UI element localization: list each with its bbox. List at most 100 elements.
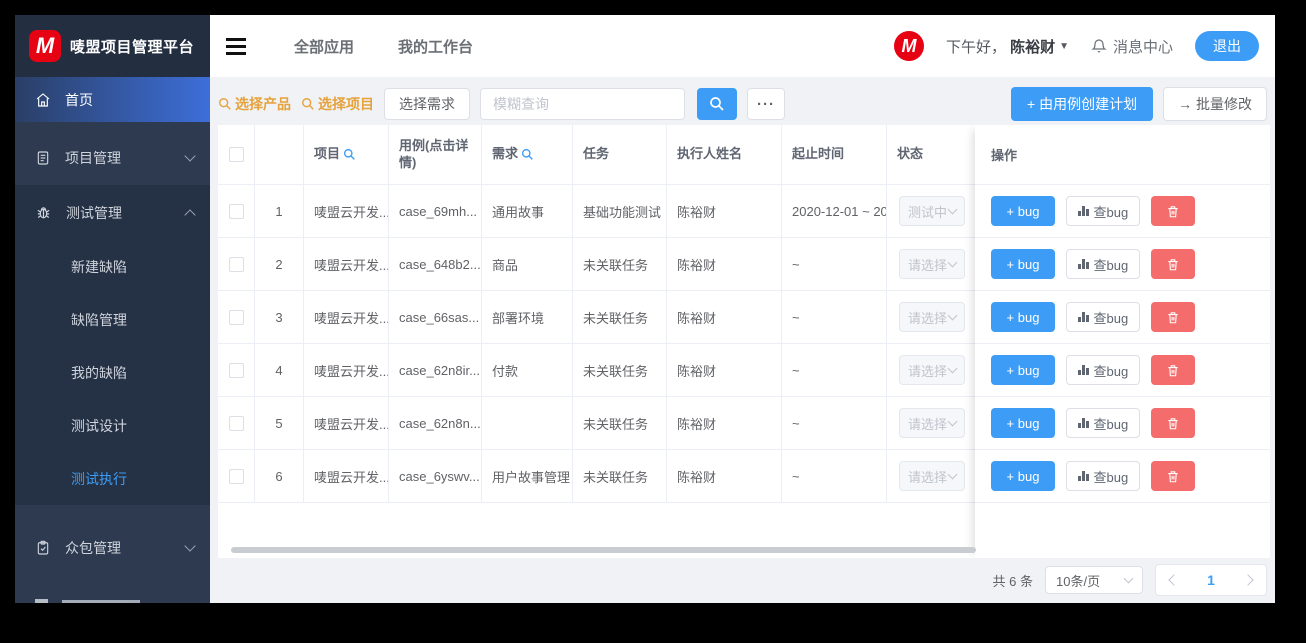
sidebar-subitem-新建缺陷[interactable]: 新建缺陷 — [15, 240, 210, 293]
view-bug-button[interactable]: 查bug — [1066, 461, 1141, 491]
user-avatar[interactable]: M — [894, 31, 925, 61]
create-plan-from-case-button[interactable]: + 由用例创建计划 — [1011, 87, 1154, 121]
add-bug-button[interactable]: + bug — [991, 302, 1055, 332]
menu-icon — [35, 599, 48, 603]
add-bug-button[interactable]: + bug — [991, 249, 1055, 279]
row-index-cell: 4 — [255, 344, 304, 396]
sidebar-item-3[interactable]: 众包管理 — [15, 520, 210, 575]
delete-button[interactable] — [1151, 249, 1196, 279]
select-all-checkbox[interactable] — [228, 147, 244, 162]
column-header-6: 执行人姓名 — [667, 125, 782, 184]
page-size-select[interactable]: 10条/页 — [1045, 566, 1143, 594]
batch-edit-button[interactable]: → 批量修改 — [1163, 87, 1267, 121]
status-select[interactable]: 请选择 — [899, 302, 965, 332]
add-bug-button[interactable]: + bug — [991, 461, 1055, 491]
topnav-my-workbench[interactable]: 我的工作台 — [398, 36, 473, 57]
dates-cell: ~ — [782, 238, 887, 290]
home-icon — [35, 92, 51, 108]
column-header-label: 任务 — [583, 146, 610, 162]
select-product-link[interactable]: 选择产品 — [218, 94, 291, 114]
project-cell: 唛盟云开发... — [304, 450, 389, 502]
delete-button[interactable] — [1151, 196, 1196, 226]
prev-page-button[interactable] — [1168, 574, 1180, 586]
table-row: 3 唛盟云开发... case_66sas... 部署环境 未关联任务 陈裕财 ~ 请选择 — [218, 291, 975, 344]
operations-row: + bug 查bug — [975, 397, 1270, 450]
add-bug-button[interactable]: + bug — [991, 408, 1055, 438]
row-checkbox-cell — [218, 291, 255, 343]
row-checkbox[interactable] — [228, 468, 244, 484]
chevron-down-icon — [184, 149, 196, 162]
column-header-3: 用例(点击详情) — [389, 125, 482, 184]
bar-chart-icon — [1078, 312, 1089, 322]
row-checkbox[interactable] — [228, 256, 244, 272]
sidebar-subitem-我的缺陷[interactable]: 我的缺陷 — [15, 346, 210, 399]
greeting-text: 下午好， — [946, 38, 1007, 56]
operations-row: + bug 查bug — [975, 450, 1270, 503]
delete-button[interactable] — [1151, 302, 1196, 332]
view-bug-button[interactable]: 查bug — [1066, 196, 1141, 226]
sidebar-item-1[interactable]: 项目管理 — [15, 130, 210, 185]
row-checkbox[interactable] — [228, 362, 244, 378]
horizontal-scrollbar[interactable] — [231, 547, 976, 553]
operations-column: 操作 + bug 查bug + bug 查bug + bug 查bug + bug 查bug + … — [975, 125, 1270, 558]
table-row: 1 唛盟云开发... case_69mh... 通用故事 基础功能测试 陈裕财 2020-1… — [218, 185, 975, 238]
task-cell: 未关联任务 — [573, 344, 667, 396]
status-cell: 请选择 — [887, 344, 975, 396]
view-bug-button[interactable]: 查bug — [1066, 302, 1141, 332]
view-bug-button[interactable]: 查bug — [1066, 408, 1141, 438]
sidebar-item-partial[interactable] — [15, 575, 210, 603]
chevron-up-icon — [184, 208, 196, 221]
search-button[interactable] — [697, 88, 737, 120]
delete-button[interactable] — [1151, 355, 1196, 385]
status-cell: 测试中 — [887, 185, 975, 237]
requirement-cell: 商品 — [482, 238, 573, 290]
hamburger-menu-icon[interactable] — [226, 37, 246, 55]
more-filters-button[interactable]: ··· — [747, 88, 785, 120]
row-checkbox[interactable] — [228, 203, 244, 219]
topnav-all-apps[interactable]: 全部应用 — [294, 36, 354, 57]
row-index-cell: 6 — [255, 450, 304, 502]
add-bug-button[interactable]: + bug — [991, 355, 1055, 385]
sidebar-item-2[interactable]: 测试管理 — [15, 185, 210, 240]
message-center-link[interactable]: 消息中心 — [1091, 36, 1173, 57]
requirement-cell: 通用故事 — [482, 185, 573, 237]
view-bug-label: 查bug — [1093, 257, 1129, 273]
sidebar-subitem-测试执行[interactable]: 测试执行 — [15, 452, 210, 505]
column-search-icon[interactable] — [521, 148, 534, 161]
column-header-4: 需求 — [482, 125, 573, 184]
requirement-cell — [482, 397, 573, 449]
delete-button[interactable] — [1151, 408, 1196, 438]
user-greeting[interactable]: 下午好， 陈裕财 ▼ — [946, 36, 1069, 57]
select-project-link[interactable]: 选择项目 — [301, 94, 374, 114]
row-checkbox[interactable] — [228, 415, 244, 431]
delete-button[interactable] — [1151, 461, 1196, 491]
logout-button[interactable]: 退出 — [1195, 31, 1259, 61]
status-select[interactable]: 请选择 — [899, 249, 965, 279]
row-checkbox-cell — [218, 238, 255, 290]
status-cell: 请选择 — [887, 238, 975, 290]
view-bug-button[interactable]: 查bug — [1066, 355, 1141, 385]
status-select[interactable]: 测试中 — [899, 196, 965, 226]
sidebar-item-0[interactable]: 首页 — [15, 77, 210, 122]
sidebar-subitem-测试设计[interactable]: 测试设计 — [15, 399, 210, 452]
select-requirement-button[interactable]: 选择需求 — [384, 88, 470, 120]
case-cell: case_69mh... — [389, 185, 482, 237]
column-header-label: 需求 — [492, 146, 519, 162]
view-bug-button[interactable]: 查bug — [1066, 249, 1141, 279]
next-page-button[interactable] — [1242, 574, 1254, 586]
status-select[interactable]: 请选择 — [899, 408, 965, 438]
status-select-value: 请选择 — [908, 310, 948, 326]
current-page-button[interactable]: 1 — [1207, 572, 1215, 588]
chevron-down-icon — [947, 310, 958, 321]
column-search-icon[interactable] — [343, 148, 356, 161]
status-select[interactable]: 请选择 — [899, 461, 965, 491]
add-bug-button[interactable]: + bug — [991, 196, 1055, 226]
test-execution-table: 项目 用例(点击详情) 需求 任务 执行人姓名 起止时间 状态 1 唛盟云开发... case_6… — [218, 125, 1270, 558]
status-select[interactable]: 请选择 — [899, 355, 965, 385]
view-bug-label: 查bug — [1093, 469, 1129, 485]
app-window: M 唛盟项目管理平台 全部应用 我的工作台 M 下午好， 陈裕财 ▼ 消息中心 … — [15, 15, 1275, 603]
row-checkbox[interactable] — [228, 309, 244, 325]
brand-logo-icon: M — [29, 30, 61, 62]
fuzzy-search-input[interactable] — [480, 88, 685, 120]
sidebar-subitem-缺陷管理[interactable]: 缺陷管理 — [15, 293, 210, 346]
